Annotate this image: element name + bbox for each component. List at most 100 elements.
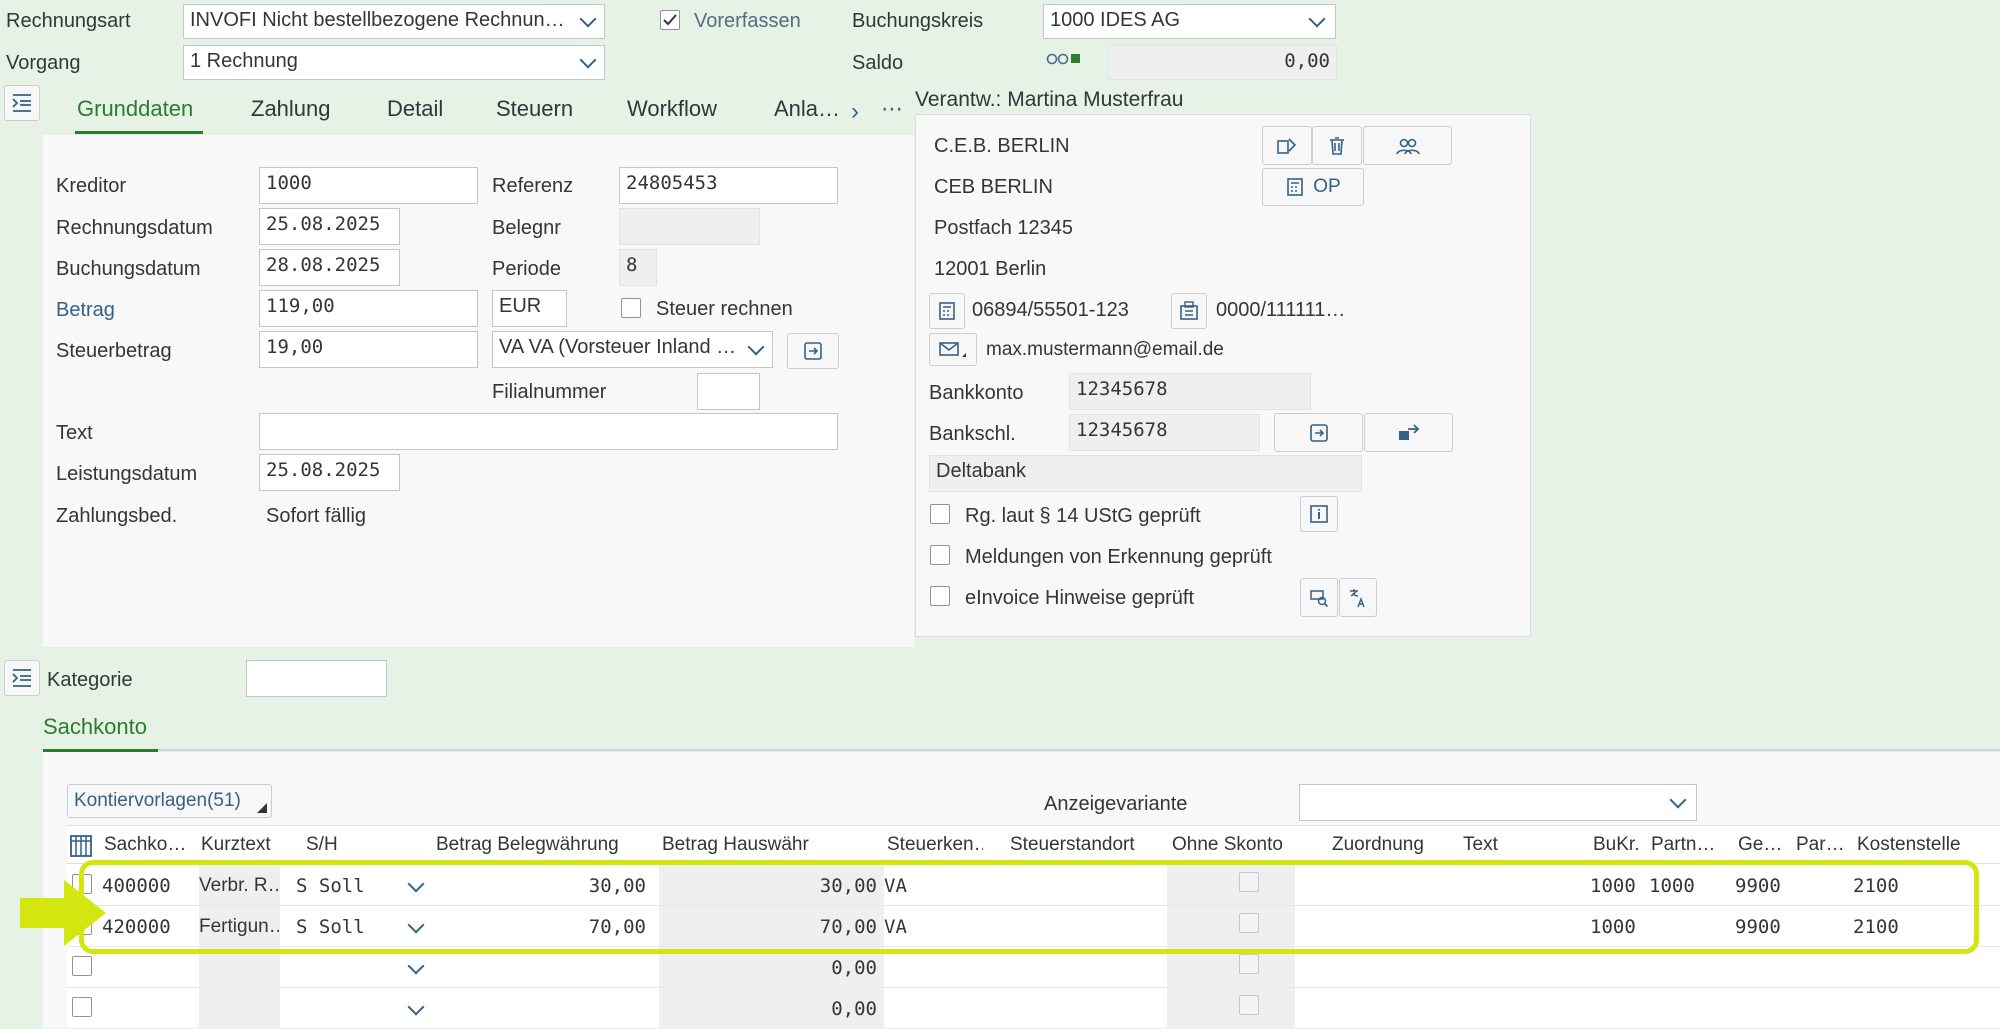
- vorgang-select[interactable]: 1 Rechnung: [183, 45, 605, 80]
- waehrung-input[interactable]: EUR: [492, 290, 567, 327]
- einvoice-checkbox[interactable]: [930, 586, 950, 606]
- col-header-zuordnung[interactable]: Zuordnung: [1332, 834, 1452, 856]
- row-divider: [67, 987, 2000, 988]
- steuerkennzeichen-value: VA VA (Vorsteuer Inland …: [499, 336, 737, 358]
- tab-scroll-right-icon[interactable]: ›: [851, 98, 859, 126]
- menu-corner-icon: [257, 803, 267, 813]
- tab-sachkonto[interactable]: Sachkonto: [43, 714, 147, 740]
- chevron-down-icon: [579, 10, 597, 28]
- tab-detail[interactable]: Detail: [387, 96, 443, 122]
- envelope-icon: [939, 341, 966, 357]
- betrag-input[interactable]: 119,00: [259, 290, 478, 327]
- toggle-kategorie-button[interactable]: [4, 660, 40, 696]
- ustg-checkbox[interactable]: [930, 504, 950, 524]
- col-header-text[interactable]: Text: [1463, 834, 1563, 856]
- vendor-address-line: Postfach 12345: [934, 217, 1073, 239]
- kreditor-label: Kreditor: [56, 175, 127, 197]
- text-label: Text: [56, 422, 93, 444]
- vendor-name-line2: CEB BERLIN: [934, 176, 1053, 198]
- rechnungsdatum-label: Rechnungsdatum: [56, 217, 213, 239]
- info-button[interactable]: [1300, 496, 1338, 532]
- filialnummer-input[interactable]: [697, 373, 760, 410]
- periode-field: 8: [619, 249, 657, 286]
- referenz-input[interactable]: 24805453: [619, 167, 838, 204]
- col-header-betrag-beleg[interactable]: Betrag Belegwährung: [436, 834, 656, 856]
- buchungskreis-select[interactable]: 1000 IDES AG: [1043, 4, 1336, 39]
- chevron-down-icon[interactable]: [407, 957, 425, 975]
- kontiervorlagen-label: Kontiervorlagen(51): [74, 790, 241, 811]
- chevron-down-icon: [1669, 791, 1687, 809]
- col-header-partner-gb[interactable]: Par…: [1796, 834, 1844, 856]
- highlight-frame: [79, 860, 1979, 954]
- zahlungsbed-label: Zahlungsbed.: [56, 505, 178, 527]
- col-header-steuerstandort[interactable]: Steuerstandort: [1010, 834, 1165, 856]
- toggle-header-button[interactable]: [4, 85, 40, 121]
- vendor-email: max.mustermann@email.de: [986, 339, 1224, 360]
- tab-grunddaten[interactable]: Grunddaten: [77, 96, 193, 122]
- tab-strip: Grunddaten Zahlung Detail Steuern Workfl…: [43, 88, 913, 134]
- section-divider: [43, 749, 2000, 751]
- col-header-betrag-haus[interactable]: Betrag Hauswähr: [662, 834, 882, 856]
- chevron-down-icon[interactable]: [407, 998, 425, 1016]
- erkennung-checkbox[interactable]: [930, 545, 950, 565]
- tax-transfer-button[interactable]: [787, 333, 839, 369]
- vorerfassen-checkbox[interactable]: [660, 10, 680, 30]
- bank-transfer-button[interactable]: [1274, 413, 1363, 452]
- kategorie-input[interactable]: [246, 660, 387, 697]
- buchungsdatum-input[interactable]: 28.08.2025: [259, 249, 400, 286]
- col-header-bukr[interactable]: BuKr.: [1593, 834, 1643, 856]
- vorerfassen-label: Vorerfassen: [694, 10, 801, 32]
- phone-button[interactable]: [929, 293, 965, 329]
- email-button[interactable]: [929, 333, 977, 366]
- bank-navigate-button[interactable]: [1364, 413, 1453, 452]
- cell-betrag-haus: 0,00: [831, 957, 877, 979]
- tab-zahlung[interactable]: Zahlung: [251, 96, 331, 122]
- tab-anlagen[interactable]: Anla…: [774, 96, 840, 122]
- row-select-checkbox[interactable]: [72, 956, 92, 976]
- steuerkennzeichen-select[interactable]: VA VA (Vorsteuer Inland …: [492, 331, 773, 368]
- row-select-checkbox[interactable]: [72, 997, 92, 1017]
- einvoice-translate-button[interactable]: [1339, 578, 1377, 617]
- periode-label: Periode: [492, 258, 561, 280]
- vendor-phone: 06894/55501-123: [972, 299, 1129, 321]
- fax-button[interactable]: [1171, 293, 1207, 329]
- einvoice-search-button[interactable]: [1300, 578, 1338, 617]
- table-settings-icon[interactable]: [70, 832, 92, 858]
- steuer-rechnen-checkbox[interactable]: [621, 298, 641, 318]
- col-header-kostenstelle[interactable]: Kostenstelle: [1857, 834, 1997, 856]
- steuerbetrag-input[interactable]: 19,00: [259, 331, 478, 368]
- referenz-label: Referenz: [492, 175, 574, 197]
- trash-icon: [1330, 136, 1344, 155]
- col-header-partner[interactable]: Partn…: [1651, 834, 1713, 856]
- col-header-geschaeftsbereich[interactable]: Ge…: [1738, 834, 1782, 856]
- highlight-arrow-icon: [20, 880, 106, 946]
- col-header-steuerkennz[interactable]: Steuerken…: [887, 834, 983, 856]
- balance-status-icon: [1046, 50, 1082, 66]
- vendor-delete-button[interactable]: [1312, 126, 1362, 165]
- col-header-ohne-skonto[interactable]: Ohne Skonto: [1172, 834, 1292, 856]
- rechnungsdatum-input[interactable]: 25.08.2025: [259, 208, 400, 245]
- open-items-button[interactable]: OP: [1262, 168, 1364, 206]
- col-header-sh[interactable]: S/H: [306, 834, 376, 856]
- translate-icon: [1350, 588, 1365, 607]
- col-header-sachkonto[interactable]: Sachko…: [104, 834, 196, 856]
- bankschl-field: 12345678: [1069, 414, 1260, 451]
- col-header-kurztext[interactable]: Kurztext: [201, 834, 279, 856]
- leistungsdatum-input[interactable]: 25.08.2025: [259, 454, 400, 491]
- steuer-rechnen-label: Steuer rechnen: [656, 298, 793, 320]
- kreditor-input[interactable]: 1000: [259, 167, 478, 204]
- active-tab-indicator: [75, 131, 203, 134]
- tab-overflow-icon[interactable]: ⋯: [881, 96, 904, 122]
- betrag-label[interactable]: Betrag: [56, 299, 115, 322]
- navigate-out-icon: [1398, 423, 1419, 440]
- chevron-down-icon: [579, 51, 597, 69]
- tab-workflow[interactable]: Workflow: [627, 96, 717, 122]
- list-toggle-icon: [12, 94, 31, 112]
- anzeigevariante-select[interactable]: [1299, 784, 1697, 821]
- vendor-change-button[interactable]: [1262, 126, 1312, 165]
- tab-steuern[interactable]: Steuern: [496, 96, 573, 122]
- rechnungsart-select[interactable]: INVOFI Nicht bestellbezogene Rechnun…: [183, 4, 605, 39]
- kontiervorlagen-button[interactable]: Kontiervorlagen(51): [67, 784, 272, 818]
- text-input[interactable]: [259, 413, 838, 450]
- vendor-contacts-button[interactable]: [1363, 126, 1452, 165]
